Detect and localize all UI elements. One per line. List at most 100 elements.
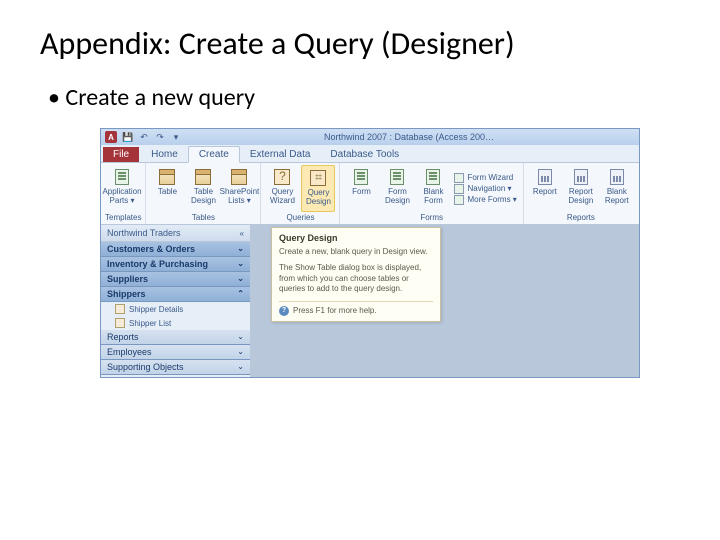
undo-icon[interactable]: ↶ <box>137 131 151 143</box>
tooltip: Query Design Create a new, blank query i… <box>271 227 441 322</box>
tooltip-title: Query Design <box>279 233 433 243</box>
form-wizard-button[interactable]: Form Wizard <box>452 173 518 183</box>
nav-cat-label: Employees <box>107 347 152 357</box>
nav-item-shipper-details[interactable]: Shipper Details <box>101 302 250 316</box>
table-design-icon <box>195 169 211 185</box>
more-forms-label: More Forms ▾ <box>467 195 516 204</box>
form-wizard-label: Form Wizard <box>467 173 513 182</box>
table-design-button[interactable]: Table Design <box>186 165 220 212</box>
table-button[interactable]: Table <box>150 165 184 212</box>
report-design-label: Report Design <box>567 188 595 206</box>
group-forms: Form Form Design Blank Form Form Wizard … <box>340 163 523 224</box>
quick-access-toolbar: 💾 ↶ ↷ ▾ <box>121 131 183 143</box>
report-label: Report <box>533 188 557 197</box>
form-design-button[interactable]: Form Design <box>380 165 414 212</box>
more-forms-icon <box>454 195 464 205</box>
chevron-down-icon: ⌄ <box>237 274 244 284</box>
form-icon <box>354 169 368 185</box>
chevron-left-icon: « <box>240 229 244 238</box>
query-design-icon: ⌗ <box>310 170 326 186</box>
nav-cat-customers[interactable]: Customers & Orders ⌄ <box>101 242 250 257</box>
workspace: Northwind Traders « Customers & Orders⌄ … <box>101 225 639 377</box>
query-design-button[interactable]: ⌗ Query Design <box>301 165 335 212</box>
form-wizard-icon <box>454 173 464 183</box>
nav-cat-reports[interactable]: Reports⌄ <box>101 330 250 345</box>
nav-cat-label: Supporting Objects <box>107 362 184 372</box>
chevron-down-icon: ⌄ <box>237 244 244 254</box>
forms-small-list: Form Wizard Navigation ▾ More Forms ▾ <box>452 165 518 212</box>
window-title: Northwind 2007 : Database (Access 200… <box>183 132 635 142</box>
nav-cat-employees[interactable]: Employees ⌄ <box>101 345 250 360</box>
group-tables-label: Tables <box>150 212 256 222</box>
group-reports-label: Reports <box>528 212 634 222</box>
nav-cat-label: Reports <box>107 332 139 342</box>
table-icon <box>159 169 175 185</box>
chevron-down-icon: ⌄ <box>237 347 244 357</box>
nav-item-shipper-list[interactable]: Shipper List <box>101 316 250 330</box>
slide-bullet: Create a new query <box>40 83 680 112</box>
query-wizard-icon: ? <box>274 169 290 185</box>
group-tables: Table Table Design SharePoint Lists ▾ Ta… <box>146 163 261 224</box>
application-parts-button[interactable]: Application Parts ▾ <box>105 165 139 212</box>
tooltip-help-text: Press F1 for more help. <box>293 306 377 315</box>
nav-pane-title: Northwind Traders <box>107 228 181 238</box>
slide: Appendix: Create a Query (Designer) Crea… <box>0 0 720 402</box>
form-label: Form <box>352 188 371 197</box>
titlebar: A 💾 ↶ ↷ ▾ Northwind 2007 : Database (Acc… <box>101 129 639 145</box>
query-design-label: Query Design <box>305 189 331 207</box>
table-design-label: Table Design <box>189 188 217 206</box>
save-icon[interactable]: 💾 <box>121 131 135 143</box>
nav-cat-label: Inventory & Purchasing <box>107 259 208 269</box>
tab-file[interactable]: File <box>103 147 139 162</box>
nav-cat-inventory[interactable]: Inventory & Purchasing ⌄ <box>101 257 250 272</box>
report-design-icon <box>574 169 588 185</box>
report-design-button[interactable]: Report Design <box>564 165 598 212</box>
blank-form-label: Blank Form <box>419 188 447 206</box>
navigation-button[interactable]: Navigation ▾ <box>452 184 518 194</box>
blank-report-icon <box>610 169 624 185</box>
form-button[interactable]: Form <box>344 165 378 212</box>
tooltip-body-2: The Show Table dialog box is displayed, … <box>279 263 433 294</box>
sharepoint-lists-button[interactable]: SharePoint Lists ▾ <box>222 165 256 212</box>
table-label: Table <box>158 188 177 197</box>
nav-pane-header[interactable]: Northwind Traders « <box>101 225 250 242</box>
group-forms-label: Forms <box>344 212 518 222</box>
blank-form-icon <box>426 169 440 185</box>
application-parts-icon <box>115 169 129 185</box>
nav-cat-label: Customers & Orders <box>107 244 195 254</box>
tooltip-help: ? Press F1 for more help. <box>279 301 433 316</box>
nav-cat-suppliers[interactable]: Suppliers ⌄ <box>101 272 250 287</box>
group-templates-label: Templates <box>105 212 141 222</box>
form-design-label: Form Design <box>383 188 411 206</box>
tab-create[interactable]: Create <box>188 146 240 163</box>
tab-database-tools[interactable]: Database Tools <box>320 147 409 162</box>
blank-form-button[interactable]: Blank Form <box>416 165 450 212</box>
group-templates: Application Parts ▾ Templates <box>101 163 146 224</box>
tab-external-data[interactable]: External Data <box>240 147 321 162</box>
nav-cat-label: Suppliers <box>107 274 148 284</box>
chevron-up-icon: ⌃ <box>237 289 244 299</box>
group-reports: Report Report Design Blank Report Report… <box>524 163 638 224</box>
blank-report-button[interactable]: Blank Report <box>600 165 634 212</box>
content-area: Query Design Create a new, blank query i… <box>251 225 639 377</box>
report-button[interactable]: Report <box>528 165 562 212</box>
nav-cat-supporting[interactable]: Supporting Objects ⌄ <box>101 360 250 375</box>
application-parts-label: Application Parts ▾ <box>102 188 141 206</box>
group-queries-label: Queries <box>265 212 335 222</box>
more-forms-button[interactable]: More Forms ▾ <box>452 195 518 205</box>
nav-cat-shippers[interactable]: Shippers⌃ <box>101 287 250 302</box>
nav-item-label: Shipper List <box>129 319 171 328</box>
tab-home[interactable]: Home <box>141 147 188 162</box>
slide-title: Appendix: Create a Query (Designer) <box>40 24 680 63</box>
form-object-icon <box>115 304 125 314</box>
redo-icon[interactable]: ↷ <box>153 131 167 143</box>
app-icon: A <box>105 131 117 143</box>
chevron-down-icon: ⌄ <box>237 259 244 269</box>
navigation-label: Navigation ▾ <box>467 184 511 193</box>
nav-item-label: Shipper Details <box>129 305 183 314</box>
qat-dropdown-icon[interactable]: ▾ <box>169 131 183 143</box>
form-design-icon <box>390 169 404 185</box>
query-wizard-button[interactable]: ? Query Wizard <box>265 165 299 212</box>
navigation-pane: Northwind Traders « Customers & Orders⌄ … <box>101 225 251 377</box>
chevron-down-icon: ⌄ <box>237 362 244 372</box>
